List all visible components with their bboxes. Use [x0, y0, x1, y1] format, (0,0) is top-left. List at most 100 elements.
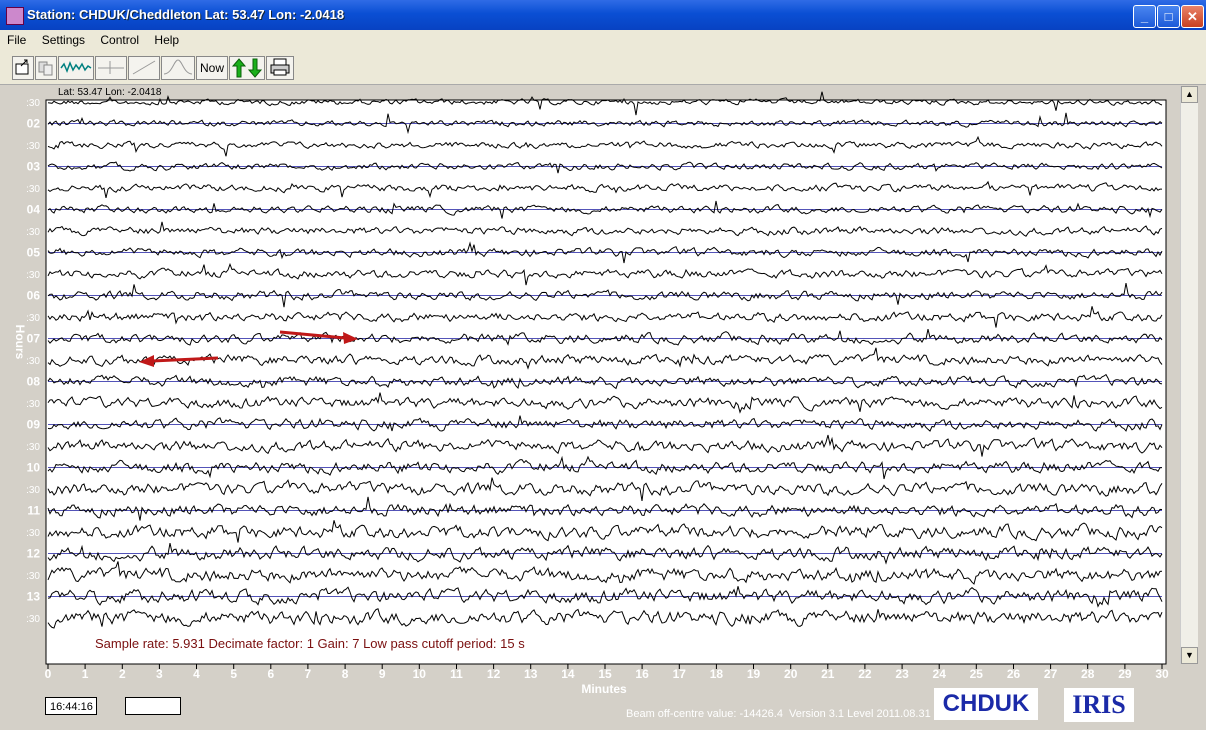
x-tick-label: 15 — [598, 667, 612, 681]
vertical-scrollbar[interactable]: ▲ ▼ — [1180, 86, 1198, 664]
copy-icon — [36, 57, 56, 77]
wave-button[interactable] — [58, 56, 94, 80]
x-tick-label: 2 — [119, 667, 126, 681]
menu-settings[interactable]: Settings — [35, 30, 90, 47]
empty-status-box — [125, 697, 181, 715]
version-text: Version 3.1 Level 2011.08.31 — [789, 708, 931, 720]
row-label: :30 — [26, 528, 40, 539]
helicorder-plot[interactable]: :3002:3003:3004:3005:3006:3007:3008:3009… — [0, 80, 1172, 700]
maximize-button[interactable]: □ — [1157, 5, 1180, 28]
row-label: :30 — [26, 313, 40, 324]
x-tick-label: 5 — [230, 667, 237, 681]
row-label: 02 — [27, 117, 41, 131]
x-tick-label: 7 — [305, 667, 312, 681]
open-button[interactable] — [12, 56, 34, 80]
row-label: :30 — [26, 141, 40, 152]
x-tick-label: 0 — [45, 667, 52, 681]
minimize-button[interactable]: _ — [1133, 5, 1156, 28]
x-tick-label: 28 — [1081, 667, 1095, 681]
x-tick-label: 27 — [1044, 667, 1058, 681]
scroll-down-arrow[interactable]: ▼ — [1181, 647, 1198, 664]
x-tick-label: 23 — [895, 667, 909, 681]
menu-help[interactable]: Help — [147, 30, 184, 47]
info-text: Sample rate: 5.931 Decimate factor: 1 Ga… — [95, 636, 525, 651]
scroll-up-arrow[interactable]: ▲ — [1181, 86, 1198, 103]
app-icon — [6, 7, 24, 25]
x-axis: 0123456789101112131415161718192021222324… — [45, 664, 1169, 681]
x-tick-label: 20 — [784, 667, 798, 681]
row-label: 13 — [27, 590, 41, 604]
x-tick-label: 16 — [635, 667, 649, 681]
x-tick-label: 18 — [710, 667, 724, 681]
row-label: :30 — [26, 98, 40, 109]
row-label: 03 — [27, 160, 41, 174]
row-label: :30 — [26, 399, 40, 410]
menu-file[interactable]: File — [0, 30, 31, 47]
x-axis-label: Minutes — [581, 682, 627, 696]
copy-button[interactable] — [35, 56, 57, 80]
x-tick-label: 21 — [821, 667, 835, 681]
print-button[interactable] — [266, 56, 294, 80]
print-icon — [268, 57, 292, 77]
ramp-button[interactable] — [128, 56, 160, 80]
time-display: 16:44:16 — [45, 697, 97, 715]
x-tick-label: 4 — [193, 667, 200, 681]
row-label: :30 — [26, 227, 40, 238]
x-tick-label: 19 — [747, 667, 761, 681]
row-label: :30 — [26, 442, 40, 453]
x-tick-label: 9 — [379, 667, 386, 681]
wave-icon — [59, 57, 93, 77]
row-label: :30 — [26, 270, 40, 281]
x-tick-label: 10 — [413, 667, 427, 681]
menu-bar: File Settings Control Help — [0, 30, 1206, 50]
x-tick-label: 3 — [156, 667, 163, 681]
row-label: 11 — [27, 504, 40, 518]
row-label: 04 — [27, 203, 41, 217]
baseline-button[interactable] — [95, 56, 127, 80]
row-label: :30 — [26, 485, 40, 496]
x-tick-label: 22 — [858, 667, 872, 681]
row-label: 10 — [27, 461, 41, 475]
x-tick-label: 26 — [1007, 667, 1021, 681]
x-tick-label: 24 — [933, 667, 947, 681]
open-icon — [13, 57, 33, 77]
row-label: 12 — [27, 547, 41, 561]
row-label: 05 — [27, 246, 41, 260]
ramp-icon — [129, 57, 159, 77]
window-title: Station: CHDUK/Cheddleton Lat: 53.47 Lon… — [27, 7, 344, 22]
row-label: :30 — [26, 356, 40, 367]
close-button[interactable]: ✕ — [1181, 5, 1204, 28]
now-button[interactable]: Now — [196, 56, 228, 80]
chduk-logo: CHDUK — [934, 688, 1038, 720]
row-label: 08 — [27, 375, 41, 389]
peak-button[interactable] — [161, 56, 195, 80]
menu-control[interactable]: Control — [93, 30, 144, 47]
x-tick-label: 29 — [1118, 667, 1132, 681]
x-tick-label: 6 — [267, 667, 274, 681]
x-tick-label: 12 — [487, 667, 501, 681]
x-tick-label: 13 — [524, 667, 538, 681]
beam-offset-text: Beam off-centre value: -14426.4 — [626, 708, 783, 720]
x-tick-label: 17 — [673, 667, 687, 681]
x-tick-label: 14 — [561, 667, 575, 681]
x-tick-label: 8 — [342, 667, 349, 681]
row-label: 09 — [27, 418, 41, 432]
row-label: :30 — [26, 614, 40, 625]
x-tick-label: 11 — [450, 667, 463, 681]
row-label: :30 — [26, 184, 40, 195]
title-bar: Station: CHDUK/Cheddleton Lat: 53.47 Lon… — [0, 0, 1206, 30]
plot-area — [46, 100, 1166, 664]
x-tick-label: 1 — [82, 667, 89, 681]
updown-icon — [230, 57, 264, 79]
row-labels: :30 02 :30 03 :30 04 :30 05 :30 06 :30 07 :30 08 :30 09… — [26, 98, 40, 625]
row-label: 06 — [27, 289, 41, 303]
y-axis-label: Hours — [13, 325, 27, 360]
x-tick-label: 30 — [1155, 667, 1169, 681]
row-label: :30 — [26, 571, 40, 582]
x-tick-label: 25 — [970, 667, 984, 681]
updown-button[interactable] — [229, 56, 265, 80]
iris-logo: IRIS — [1064, 688, 1134, 722]
row-label: 07 — [27, 332, 41, 346]
peak-icon — [162, 57, 194, 77]
baseline-icon — [96, 57, 126, 77]
